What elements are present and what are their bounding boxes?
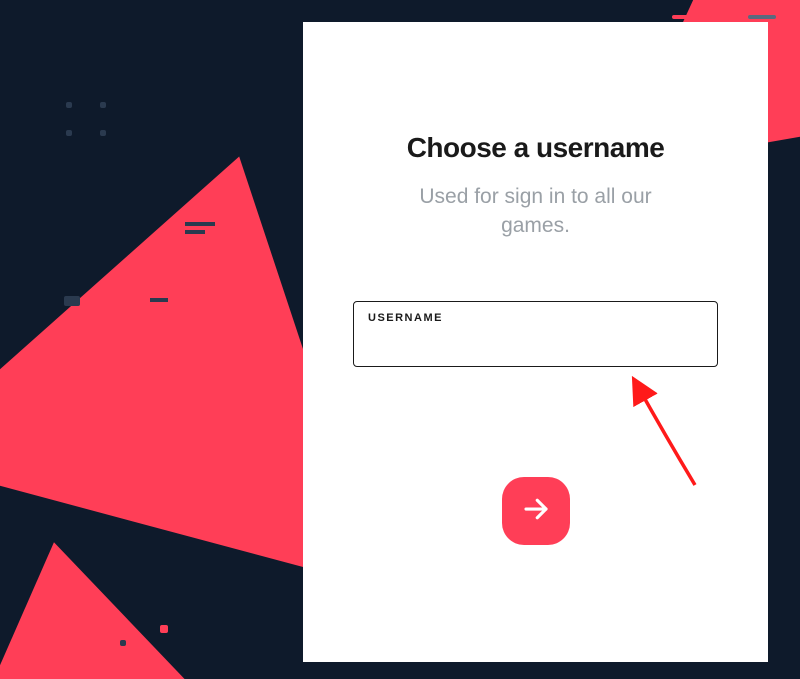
- progress-step-2: [710, 15, 738, 19]
- username-field[interactable]: [368, 328, 703, 346]
- progress-step-3: [748, 15, 776, 19]
- progress-step-1: [672, 15, 700, 19]
- page-subtitle: Used for sign in to all our games.: [353, 182, 718, 241]
- next-button[interactable]: [502, 477, 570, 545]
- page-title: Choose a username: [353, 132, 718, 164]
- username-input-wrap[interactable]: USERNAME: [353, 301, 718, 367]
- progress-indicators: [672, 15, 776, 19]
- signup-card: Choose a username Used for sign in to al…: [303, 22, 768, 662]
- arrow-right-icon: [521, 494, 551, 527]
- username-label: USERNAME: [368, 312, 703, 324]
